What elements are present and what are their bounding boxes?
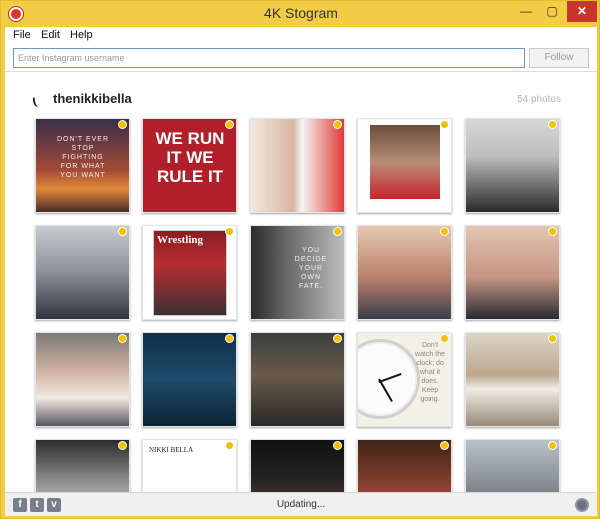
status-text: Updating... [276,499,326,510]
username-input[interactable] [13,48,525,68]
menu-bar: File Edit Help [5,27,597,45]
photo-caption: NIKKI BELLA [149,446,194,454]
follow-button[interactable]: Follow [529,48,589,68]
star-icon [441,442,448,449]
photo-caption: DON'T EVER STOP FIGHTING FOR WHAT YOU WA… [56,136,110,179]
star-icon [441,335,448,342]
photo-count: 54 photos [517,94,561,105]
photo-thumbnail[interactable] [35,439,130,492]
photo-thumbnail[interactable] [465,118,560,213]
photo-thumbnail[interactable]: WE RUN IT WE RULE IT [142,118,237,213]
star-icon [226,121,233,128]
status-bar: f t v Updating... [5,492,597,516]
photo-thumbnail[interactable] [35,332,130,427]
star-icon [226,228,233,235]
profile-username: thenikkibella [53,91,132,106]
photo-thumbnail[interactable] [250,439,345,492]
star-icon [441,121,448,128]
photo-thumbnail[interactable]: YOU DECIDE YOUR OWN FATE. [250,225,345,320]
close-button[interactable]: ✕ [567,1,597,22]
star-icon [549,121,556,128]
star-icon [119,121,126,128]
star-icon [549,335,556,342]
loading-spinner-icon [31,94,43,108]
photo-feed[interactable]: thenikkibella 54 photos DON'T EVER STOP … [5,72,597,492]
photo-thumbnail[interactable] [465,225,560,320]
star-icon [334,121,341,128]
star-icon [441,228,448,235]
globe-icon[interactable] [575,498,589,512]
photo-thumbnail[interactable]: DON'T EVER STOP FIGHTING FOR WHAT YOU WA… [35,118,130,213]
photo-image [370,125,440,199]
photo-thumbnail[interactable]: Wrestling [142,225,237,320]
star-icon [119,335,126,342]
photo-caption: Don't watch the clock; do what it does. … [415,342,445,403]
magazine-title: Wrestling [157,234,204,246]
photo-thumbnail[interactable] [357,439,452,492]
window-title: 4K Stogram [264,5,338,21]
star-icon [549,442,556,449]
photo-thumbnail[interactable]: NIKKI BELLA [142,439,237,492]
photo-thumbnail[interactable] [357,225,452,320]
photo-caption: YOU DECIDE YOUR OWN FATE. [294,247,328,290]
menu-file[interactable]: File [13,29,31,41]
star-icon [119,442,126,449]
minimize-button[interactable]: — [513,1,539,22]
menu-edit[interactable]: Edit [41,29,60,41]
photo-thumbnail[interactable] [35,225,130,320]
maximize-button[interactable]: ▢ [539,1,565,22]
title-bar: 4K Stogram — ▢ ✕ [1,1,600,27]
star-icon [119,228,126,235]
photo-thumbnail[interactable] [250,118,345,213]
star-icon [334,228,341,235]
star-icon [334,442,341,449]
star-icon [334,335,341,342]
menu-help[interactable]: Help [70,29,93,41]
photo-thumbnail[interactable]: Don't watch the clock; do what it does. … [357,332,452,427]
client-area: File Edit Help Follow thenikkibella 54 p… [5,27,597,516]
photo-thumbnail[interactable] [250,332,345,427]
star-icon [226,335,233,342]
photo-thumbnail[interactable] [142,332,237,427]
photo-caption: WE RUN IT WE RULE IT [155,129,225,186]
app-window: 4K Stogram — ▢ ✕ File Edit Help Follow t… [0,0,600,519]
photo-thumbnail[interactable] [465,439,560,492]
star-icon [226,442,233,449]
star-icon [549,228,556,235]
photo-thumbnail[interactable] [357,118,452,213]
photo-thumbnail[interactable] [465,332,560,427]
